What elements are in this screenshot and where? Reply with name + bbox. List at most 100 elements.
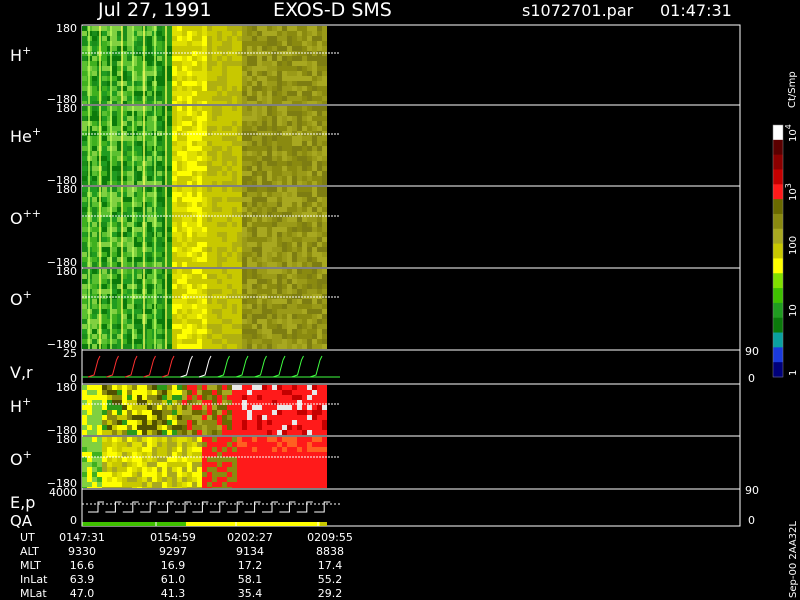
spectrogram-cell [322, 304, 327, 309]
spectrogram-cell [322, 247, 327, 252]
spectrogram-cell [302, 437, 307, 442]
spectrogram-cell [302, 390, 307, 395]
spectrogram-cell [237, 472, 242, 477]
spectrogram-cell [267, 26, 272, 31]
spectrogram-cell [317, 257, 322, 262]
spectrogram-cell [132, 472, 137, 477]
spectrogram-cell [102, 309, 107, 314]
colorbar-tick: 1 [788, 370, 799, 376]
spectrogram-cell [232, 284, 237, 289]
spectrogram-cell [277, 472, 282, 477]
spectrogram-cell [207, 161, 212, 166]
spectrogram-cell [202, 405, 207, 410]
spectrogram-cell [282, 146, 287, 151]
spectrogram-cell [172, 482, 177, 487]
spectrogram-cell [302, 26, 307, 31]
spectrogram-cell [182, 334, 187, 339]
spectrogram-cell [107, 452, 112, 457]
spectrogram-cell [282, 385, 287, 390]
spectrogram-cell [187, 166, 192, 171]
spectrogram-cell [167, 81, 172, 86]
spectrogram-cell [272, 96, 277, 101]
spectrogram-cell [157, 96, 162, 101]
spectrogram-cell [97, 390, 102, 395]
spectrogram-cell [82, 161, 87, 166]
spectrogram-cell [267, 344, 272, 349]
spectrogram-cell [267, 66, 272, 71]
spectrogram-cell [202, 437, 207, 442]
spectrogram-cell [182, 299, 187, 304]
spectrogram-cell [282, 36, 287, 41]
spectrogram-cell [257, 274, 262, 279]
spectrogram-cell [112, 274, 117, 279]
spectrogram-cell [212, 141, 217, 146]
spectrogram-cell [207, 232, 212, 237]
spectrogram-cell [207, 217, 212, 222]
spectrogram-cell [252, 156, 257, 161]
spectrogram-cell [157, 247, 162, 252]
spectrogram-cell [282, 71, 287, 76]
spectrogram-cell [187, 477, 192, 482]
spectrogram-cell [217, 467, 222, 472]
spectrogram-cell [192, 274, 197, 279]
spectrogram-cell [162, 447, 167, 452]
spectrogram-cell [292, 262, 297, 267]
spectrogram-cell [262, 101, 267, 104]
spectrogram-cell [182, 197, 187, 202]
colorbar-tick-base: 100 [788, 236, 799, 255]
spectrogram-cell [277, 71, 282, 76]
spectrogram-cell [157, 181, 162, 185]
spectrogram-cell [232, 420, 237, 425]
spectrogram-cell [167, 192, 172, 197]
spectrogram-cell [82, 121, 87, 126]
spectrogram-cell [177, 232, 182, 237]
spectrogram-cell [262, 192, 267, 197]
ephemeris-value: 55.2 [318, 573, 343, 586]
spectrogram-cell [217, 304, 222, 309]
spectrogram-cell [187, 339, 192, 344]
spectrogram-cell [247, 237, 252, 242]
spectrogram-cell [122, 457, 127, 462]
spectrogram-cell [137, 279, 142, 284]
spectrogram-cell [202, 222, 207, 227]
spectrogram-cell [147, 319, 152, 324]
spectrogram-cell [197, 410, 202, 415]
spectrogram-cell [317, 487, 322, 488]
spectrogram-cell [252, 31, 257, 36]
spectrogram-cell [232, 304, 237, 309]
spectrogram-cell [112, 482, 117, 487]
spectrogram-cell [157, 217, 162, 222]
spectrogram-cell [157, 76, 162, 81]
spectrogram-cell [82, 222, 87, 227]
spectrogram-cell [317, 126, 322, 131]
spectrogram-cell [267, 410, 272, 415]
spectrogram-cell [137, 447, 142, 452]
spectrogram-cell [177, 252, 182, 257]
spectrogram-cell [247, 247, 252, 252]
spectrogram-cell [177, 161, 182, 166]
spectrogram-cell [187, 96, 192, 101]
spectrogram-cell [182, 385, 187, 390]
spectrogram-cell [302, 121, 307, 126]
spectrogram-cell [262, 146, 267, 151]
spectrogram-cell [202, 136, 207, 141]
spectrogram-cell [82, 227, 87, 232]
spectrogram-cell [262, 106, 267, 111]
spectrogram-cell [117, 482, 122, 487]
spectrogram-cell [112, 197, 117, 202]
spectrogram-cell [157, 289, 162, 294]
spectrogram-cell [117, 385, 122, 390]
spectrogram-cell [192, 452, 197, 457]
spectrogram-cell [207, 192, 212, 197]
spectrogram-cell [82, 314, 87, 319]
spectrogram-cell [222, 284, 227, 289]
spectrogram-cell [122, 405, 127, 410]
spectrogram-cell [167, 96, 172, 101]
spectrogram-cell [287, 227, 292, 232]
spectrogram-cell [222, 222, 227, 227]
spectrogram-cell [232, 457, 237, 462]
velocity-sweep [161, 355, 175, 378]
spectrogram-cell [307, 207, 312, 212]
spectrogram-cell [297, 232, 302, 237]
spectrogram-cell [222, 66, 227, 71]
